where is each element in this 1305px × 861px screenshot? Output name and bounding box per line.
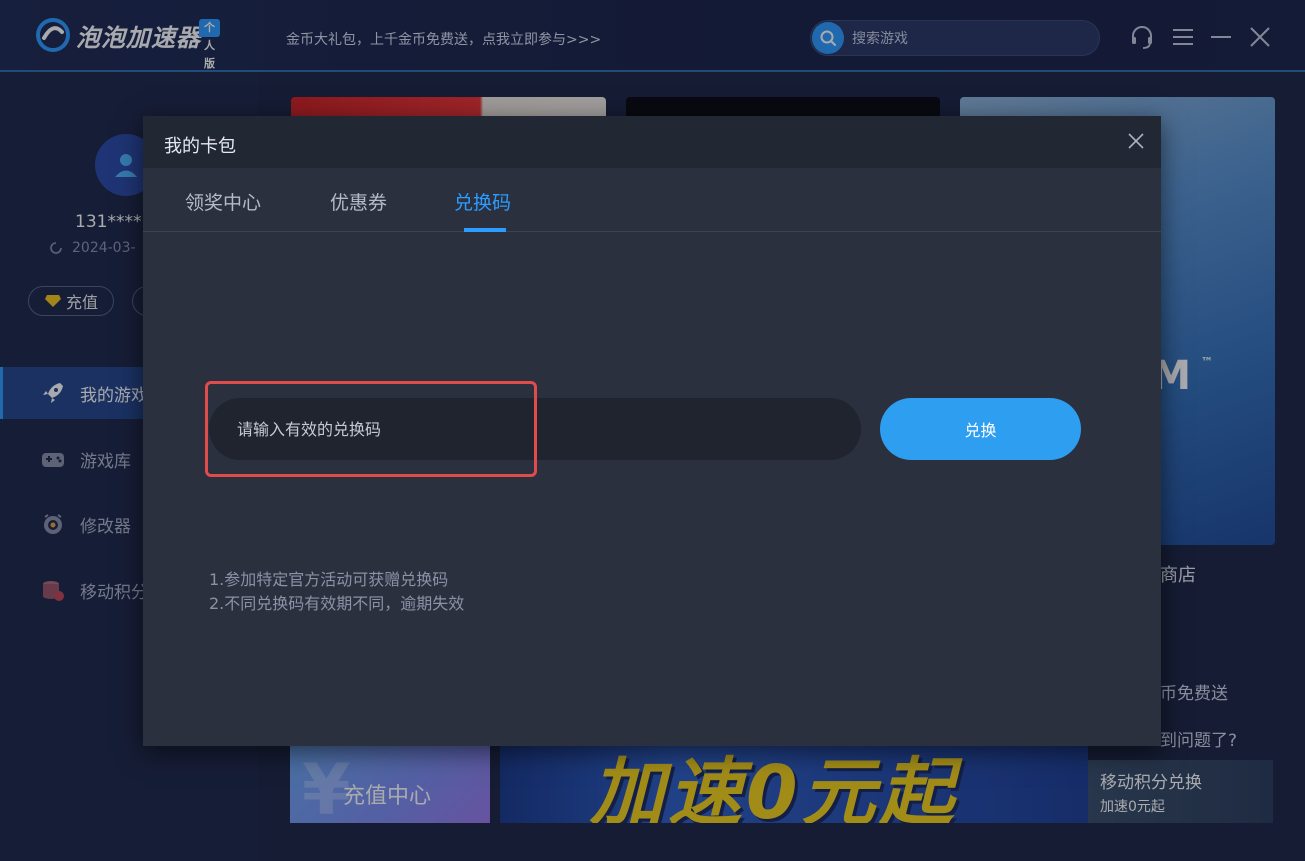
dialog-header: 我的卡包: [143, 116, 1161, 168]
redeem-code-input[interactable]: [209, 398, 861, 460]
tab-coupons[interactable]: 优惠券: [330, 188, 387, 215]
tip-line: 1.参加特定官方活动可获赠兑换码: [209, 570, 449, 589]
close-icon[interactable]: [1125, 130, 1147, 152]
active-tab-indicator: [464, 228, 506, 232]
tab-reward-center[interactable]: 领奖中心: [185, 188, 261, 215]
tab-redeem-code[interactable]: 兑换码: [454, 188, 511, 215]
redeem-tips: 1.参加特定官方活动可获赠兑换码 2.不同兑换码有效期不同，逾期失效: [209, 568, 464, 616]
redeem-button[interactable]: 兑换: [880, 398, 1081, 460]
dialog-title: 我的卡包: [164, 136, 236, 157]
card-wallet-dialog: 我的卡包 领奖中心 优惠券 兑换码 兑换 1.参加特定官方活动可获赠兑换码 2.…: [143, 116, 1161, 746]
dialog-tabs: 领奖中心 优惠券 兑换码: [143, 168, 1161, 232]
tip-line: 2.不同兑换码有效期不同，逾期失效: [209, 594, 465, 613]
